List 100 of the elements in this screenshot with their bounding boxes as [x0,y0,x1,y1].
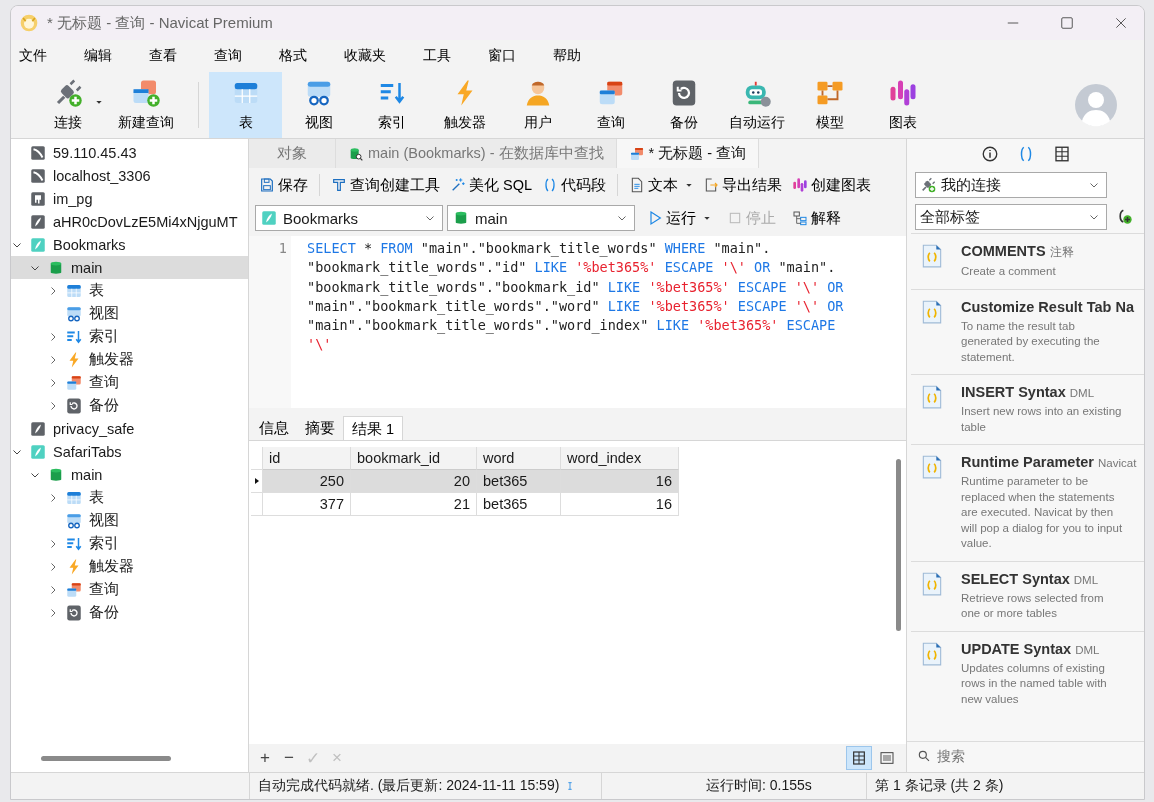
tab[interactable]: * 无标题 - 查询 [616,139,760,168]
sql-code[interactable]: SELECT * FROM "main"."bookmark_title_words" WHERE "main". "bookmark_title_words"."id" LIKE '%bet365%' ESCAPE '\' OR "main". "bookmark_title_words"."bookmark_id" LIKE '%bet365%' ESCAPE '\' OR "main"."bookmark_title_words"."word" LIKE '%bet365%' ESCAPE '\' OR "main"."bookmark_title_words"."word_index" LIKE '%bet365%' ESCAPE '\' [291,236,844,408]
tree-item[interactable]: main [11,256,248,279]
feather-icon [29,442,47,461]
tree-item[interactable]: 视图 [11,509,248,532]
toolbar-button[interactable]: 解释 [788,206,846,230]
snippet-item[interactable]: INSERT Syntax DML Insert new rows into an existing table [911,374,1144,444]
snippet-item[interactable]: Customize Result Tab Na To name the result tab generated by executing the statement. [911,288,1144,374]
menu-item[interactable]: 编辑 [82,43,126,69]
tree-item[interactable]: 触发器 [11,348,248,371]
toolbar-button[interactable]: 运行 [643,206,716,230]
app-logo-icon [19,13,39,33]
tree-item[interactable]: 视图 [11,302,248,325]
toolbar-button[interactable]: 文本 [625,173,698,197]
snippet-title: INSERT Syntax [961,384,1066,400]
tree-item[interactable]: localhost_3306 [11,164,248,187]
snippet-title: UPDATE Syntax [961,640,1072,657]
menu-item[interactable]: 窗口 [486,43,530,69]
result-tab[interactable]: 摘要 [297,416,343,440]
toolbar-button[interactable]: 模型 [793,72,866,138]
toolbar-button[interactable]: 保存 [255,173,312,197]
snippet-tag: DML [1073,573,1099,586]
caret-icon [95,98,103,106]
backup-icon [65,603,83,622]
menu-item[interactable]: 查看 [147,43,191,69]
columns-icon [851,750,867,766]
database-search-icon [348,145,364,162]
close-icon [1114,16,1128,30]
view-mode-button[interactable] [846,746,872,770]
feather-icon [29,212,47,231]
grid-action-button[interactable]: − [279,748,299,768]
toolbar-button[interactable]: 视图 [282,72,355,138]
run-time: 运行时间: 0.155s [706,777,812,795]
toolbar-button[interactable]: 用户 [501,72,574,138]
toolbar-button[interactable]: 图表 [866,72,939,138]
tree-item[interactable]: 索引 [11,325,248,348]
snippet-item[interactable]: UPDATE Syntax DML Updates columns of existing rows in the named table with new values [911,630,1144,716]
tree-item[interactable]: Bookmarks [11,233,248,256]
tag-filter[interactable]: 全部标签 [915,204,1107,230]
toolbar-button[interactable]: 查询创建工具 [327,173,444,197]
column-header[interactable]: word [477,447,561,470]
toolbar-button[interactable]: 触发器 [428,72,501,138]
scrollbar-thumb[interactable] [41,755,171,761]
tree-item[interactable]: 触发器 [11,555,248,578]
tree-item[interactable]: 59.110.45.43 [11,141,248,164]
snippet-description: To name the result tab generated by executing the statement. [961,318,1101,365]
toolbar-button[interactable]: 备份 [647,72,720,138]
snippet-description: Runtime parameter to be replaced when the statements are executed. Navicat by then will pop a dialog for you to input value. [961,474,1124,551]
record-count: 第 1 条记录 (共 2 条) [875,777,1004,795]
toolbar-button[interactable]: 美化 SQL [446,173,537,197]
backup-icon [65,396,83,415]
tree-item[interactable]: aHR0cDovLzE5Mi4xNjguMT [11,210,248,233]
tree-item[interactable]: 查询 [11,371,248,394]
column-header[interactable]: word_index [561,447,679,470]
tree-item[interactable]: 备份 [11,394,248,417]
snippet-tag: DML [1069,387,1095,399]
toolbar-button[interactable]: 表 [209,72,282,138]
menu-item[interactable]: 查询 [212,43,256,69]
toolbar-button[interactable]: 自动运行 [720,72,793,138]
connection-filter[interactable]: 我的连接 [915,172,1107,198]
tab[interactable]: 对象 [249,139,336,168]
menu-item[interactable]: 帮助 [551,43,595,69]
tree-item[interactable]: main [11,463,248,486]
database-select[interactable]: main [447,205,635,231]
toolbar-button[interactable]: 创建图表 [788,173,876,197]
table-cell: 16 [561,470,679,493]
grid-action-button[interactable]: + [255,748,275,768]
menu-item[interactable]: 格式 [277,43,321,69]
tree-item[interactable]: SafariTabs [11,440,248,463]
column-header[interactable]: id [263,447,351,470]
tree-item[interactable]: 索引 [11,532,248,555]
toolbar-button[interactable]: 查询 [574,72,647,138]
caret-icon [703,214,712,222]
snippet-item[interactable]: Runtime Parameter Navicat Runtime parameter to be replaced when the statements are executed. Navicat by then will pop a dialog for you to input value. [911,444,1144,561]
toolbar-button[interactable]: 索引 [355,72,428,138]
result-tab[interactable]: 信息 [251,416,297,440]
tab[interactable]: main (Bookmarks) - 在数据库中查找 [336,139,617,168]
snippet-item[interactable]: COMMENTS 注释 Create a comment [911,233,1144,289]
tree-item[interactable]: 备份 [11,601,248,624]
view-icon [65,304,83,323]
column-header[interactable]: bookmark_id [351,447,477,470]
tree-item[interactable]: 表 [11,486,248,509]
query-icon [65,580,83,599]
toolbar-button[interactable]: 代码段 [538,173,611,197]
connection-select[interactable]: Bookmarks [255,205,443,231]
snippet-item[interactable]: SELECT Syntax DML Retrieve rows selected from one or more tables [911,560,1144,631]
search-field[interactable]: 搜索 [935,747,1119,765]
menu-item[interactable]: 工具 [421,43,465,69]
tree-item[interactable]: 查询 [11,578,248,601]
tree-item[interactable]: 表 [11,279,248,302]
tree-item[interactable]: im_pg [11,187,248,210]
toolbar-button[interactable]: 连接 [31,72,104,138]
result-tab[interactable]: 结果 1 [343,416,404,440]
toolbar-button[interactable]: 新建查询 [104,72,188,138]
toolbar-button[interactable]: 导出结果 [699,173,787,197]
menu-item[interactable]: 文件 [17,43,61,69]
tree-item[interactable]: privacy_safe [11,417,248,440]
scrollbar-thumb[interactable] [895,459,901,631]
menu-item[interactable]: 收藏夹 [342,43,400,69]
snippet-tag: DML [1075,643,1100,656]
